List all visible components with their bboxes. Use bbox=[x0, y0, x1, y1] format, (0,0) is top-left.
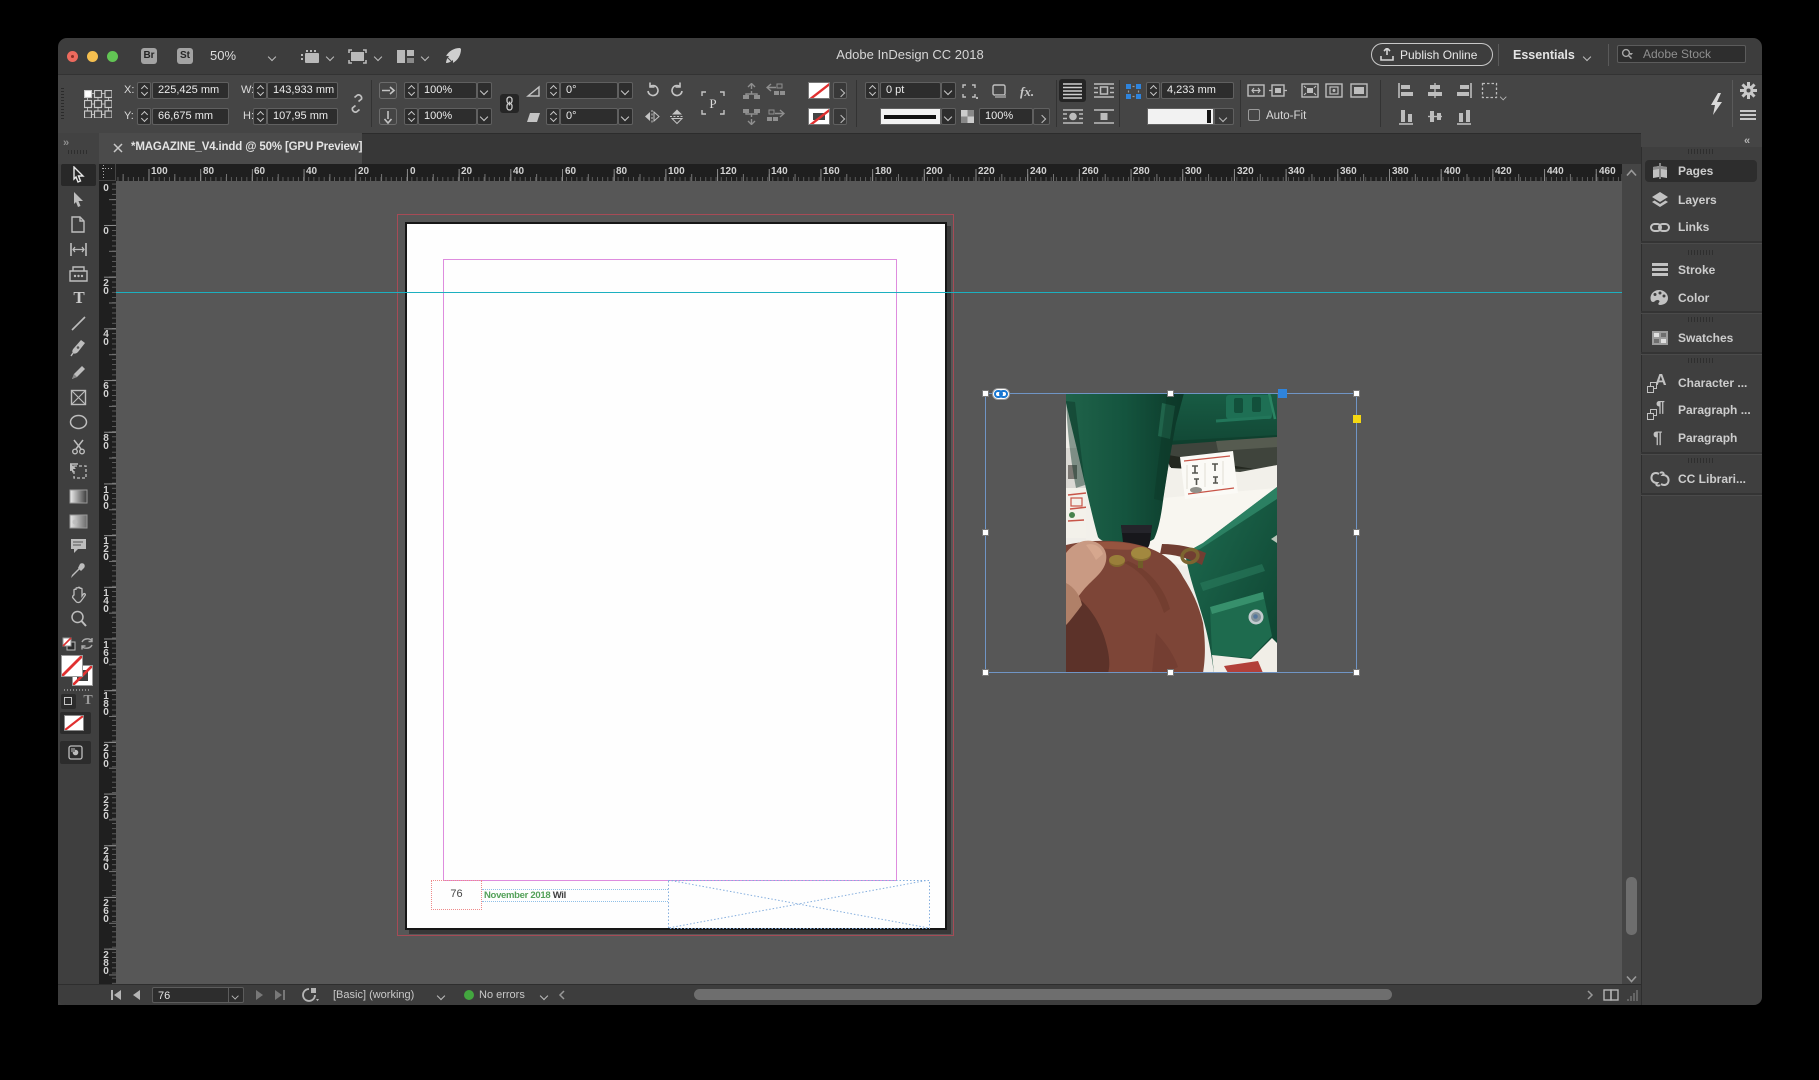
svg-text:P: P bbox=[709, 96, 716, 111]
